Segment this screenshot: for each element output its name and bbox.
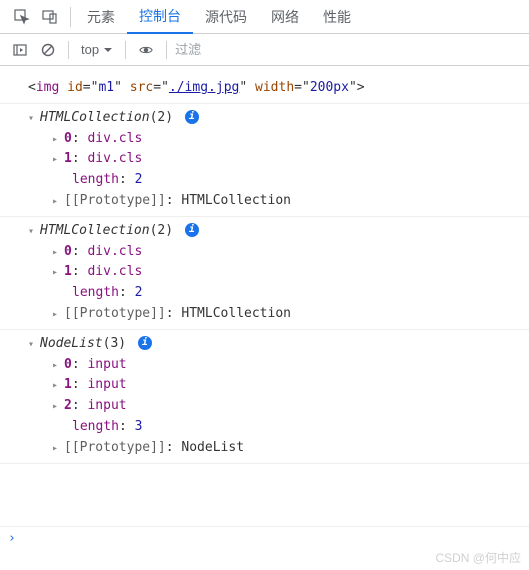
info-icon[interactable]: i [185,223,199,237]
object-property[interactable]: 1: input [0,375,529,396]
info-icon[interactable]: i [185,110,199,124]
tab-performance[interactable]: 性能 [311,0,363,34]
console-object-header[interactable]: NodeList(3) i [0,334,529,355]
object-property[interactable]: [[Prototype]]: HTMLCollection [0,191,529,212]
console-log-element[interactable]: <img id="m1" src="./img.jpg" width="200p… [0,78,529,99]
eye-icon[interactable] [134,38,158,62]
tab-sources[interactable]: 源代码 [193,0,259,34]
divider [166,41,167,59]
device-toggle-icon[interactable] [36,3,64,31]
info-icon[interactable]: i [138,336,152,350]
expand-arrow-icon[interactable] [52,132,62,148]
object-property[interactable]: 1: div.cls [0,262,529,283]
expand-arrow-icon[interactable] [52,378,62,394]
object-property[interactable]: [[Prototype]]: HTMLCollection [0,304,529,325]
object-property: length: 2 [0,170,529,191]
divider [70,7,71,27]
expand-arrow-icon[interactable] [28,224,38,240]
object-property[interactable]: 0: div.cls [0,129,529,150]
console-object-header[interactable]: HTMLCollection(2) i [0,108,529,129]
console-prompt[interactable]: › [0,526,529,550]
expand-arrow-icon[interactable] [52,399,62,415]
expand-arrow-icon[interactable] [28,111,38,127]
tab-network[interactable]: 网络 [259,0,311,34]
select-element-icon[interactable] [8,3,36,31]
console-output: <img id="m1" src="./img.jpg" width="200p… [0,66,529,472]
object-property[interactable]: 0: div.cls [0,242,529,263]
expand-arrow-icon[interactable] [52,265,62,281]
object-property[interactable]: [[Prototype]]: NodeList [0,438,529,459]
context-label: top [81,42,99,57]
clear-console-icon[interactable] [36,38,60,62]
watermark: CSDN @何中应 [435,549,521,566]
object-property: length: 3 [0,417,529,438]
sidebar-toggle-icon[interactable] [8,38,32,62]
object-property[interactable]: 2: input [0,396,529,417]
object-property: length: 2 [0,283,529,304]
filter-input[interactable] [175,42,275,57]
divider [68,41,69,59]
chevron-down-icon [103,45,113,55]
tab-elements[interactable]: 元素 [75,0,127,34]
object-property[interactable]: 1: div.cls [0,149,529,170]
expand-arrow-icon[interactable] [52,152,62,168]
expand-arrow-icon[interactable] [52,307,62,323]
tab-console[interactable]: 控制台 [127,0,193,34]
expand-arrow-icon[interactable] [52,441,62,457]
divider [125,41,126,59]
console-object-header[interactable]: HTMLCollection(2) i [0,221,529,242]
expand-arrow-icon[interactable] [28,337,38,353]
context-selector[interactable]: top [77,42,117,57]
expand-arrow-icon[interactable] [52,194,62,210]
object-property[interactable]: 0: input [0,355,529,376]
expand-arrow-icon[interactable] [52,358,62,374]
expand-arrow-icon[interactable] [52,245,62,261]
